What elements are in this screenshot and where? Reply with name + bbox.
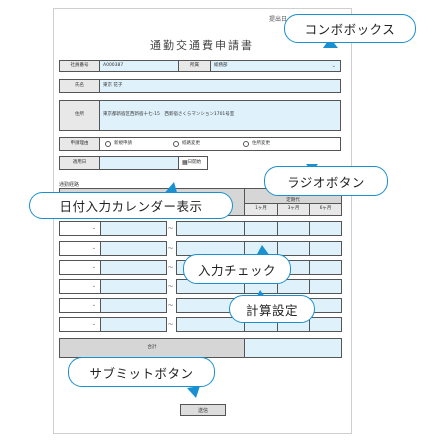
route-tilde: 〜 — [168, 303, 174, 309]
period-1m: 1ヶ月 — [244, 203, 278, 216]
callout-calc: 計算設定 — [229, 295, 315, 323]
fare-3m-field[interactable] — [277, 221, 310, 236]
route-tilde: 〜 — [168, 265, 174, 271]
route-tilde: 〜 — [168, 226, 174, 232]
route-from-field[interactable] — [100, 279, 167, 294]
apply-date-label: 適用日 — [59, 156, 100, 170]
fare-6m-field[interactable] — [309, 260, 342, 275]
chevron-down-icon: ⌄ — [91, 302, 96, 308]
callout-calendar: 日付入力カレンダー表示 — [29, 192, 233, 219]
radio-address-change[interactable] — [243, 141, 249, 147]
apply-date-field[interactable] — [99, 156, 179, 170]
radio-new-label: 新規申請 — [114, 140, 132, 146]
employee-no-label: 社員番号 — [59, 60, 100, 72]
radio-new[interactable] — [105, 141, 111, 147]
address-field[interactable]: 東京都新宿区西新宿十七-15 西新宿さくらマンション1701号室 — [99, 100, 341, 131]
department-value: 総務部 — [214, 62, 228, 68]
route-section-label: 通勤経路 — [59, 182, 80, 188]
route-type-select[interactable]: ⌄ — [59, 279, 101, 294]
period-3m: 3ヶ月 — [277, 203, 310, 216]
route-from-field[interactable] — [100, 317, 167, 332]
chevron-down-icon: ⌄ — [91, 283, 96, 289]
fare-6m-field[interactable] — [309, 279, 342, 294]
period-6m: 6ヶ月 — [309, 203, 342, 216]
radio-address-change-label: 住所変更 — [252, 140, 270, 146]
calendar-text: 日開始 — [187, 159, 202, 165]
submit-button[interactable]: 送信 — [180, 404, 226, 416]
department-combobox[interactable]: 総務部 ⌄ — [210, 60, 341, 72]
total-label: 合計 — [59, 338, 245, 358]
route-tilde: 〜 — [168, 284, 174, 290]
route-type-select[interactable]: ⌄ — [59, 241, 101, 256]
route-type-select[interactable]: ⌄ — [59, 317, 101, 332]
name-label: 氏名 — [59, 79, 100, 93]
route-tilde: 〜 — [168, 246, 174, 252]
chevron-down-icon: ⌄ — [91, 264, 96, 270]
fare-6m-field[interactable] — [309, 241, 342, 256]
reason-radio-group: 新規申請 経路変更 住所変更 — [99, 137, 341, 151]
address-label: 住所 — [59, 100, 100, 131]
route-from-field[interactable] — [100, 221, 167, 236]
chevron-down-icon: ⌄ — [91, 225, 96, 231]
callout-submit: サブミットボタン — [68, 357, 215, 387]
route-from-field[interactable] — [100, 298, 167, 313]
route-from-field[interactable] — [100, 260, 167, 275]
page-title: 通勤交通費申請書 — [150, 39, 254, 52]
chevron-down-icon: ⌄ — [91, 321, 96, 327]
route-type-select[interactable]: ⌄ — [59, 221, 101, 236]
name-field[interactable]: 東京 花子 — [99, 79, 341, 93]
radio-route-change-label: 経路変更 — [182, 140, 200, 146]
employee-no-field[interactable]: A000387 — [99, 60, 179, 72]
calendar-cell[interactable]: ▦ 日開始 — [178, 156, 208, 170]
department-label: 所属 — [178, 60, 211, 72]
chevron-down-icon: ⌄ — [91, 245, 96, 251]
route-to-field[interactable] — [176, 221, 245, 236]
chevron-down-icon: ⌄ — [331, 62, 336, 69]
route-from-field[interactable] — [100, 241, 167, 256]
fare-6m-field[interactable] — [309, 317, 342, 332]
callout-radio: ラジオボタン — [264, 166, 388, 196]
fare-6m-field[interactable] — [309, 221, 342, 236]
fare-1m-field[interactable] — [244, 221, 278, 236]
route-tilde: 〜 — [168, 322, 174, 328]
reason-label: 申請理由 — [59, 137, 100, 151]
radio-route-change[interactable] — [173, 141, 179, 147]
total-value — [244, 338, 342, 358]
route-type-select[interactable]: ⌄ — [59, 260, 101, 275]
callout-combobox: コンボボックス — [284, 14, 416, 43]
callout-input-check: 入力チェック — [183, 254, 291, 284]
fare-3m-field[interactable] — [277, 241, 310, 256]
route-type-select[interactable]: ⌄ — [59, 298, 101, 313]
